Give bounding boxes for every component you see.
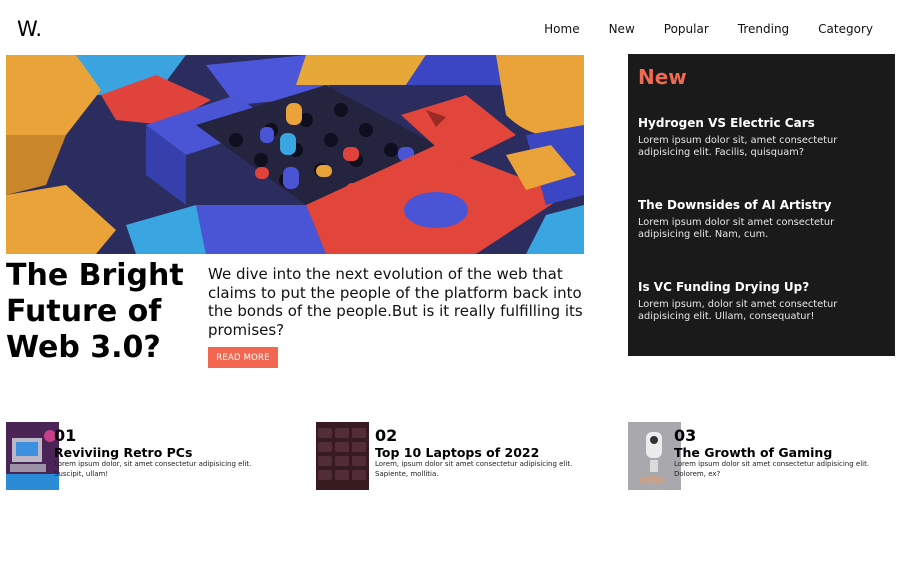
article-text: Lorem, ipsum dolor sit amet consectetur … [375, 460, 573, 478]
nav-home[interactable]: Home [544, 22, 579, 36]
article-number: 02 [375, 426, 398, 445]
article-card[interactable]: 03 The Growth of Gaming Lorem ipsum dolo… [628, 422, 888, 492]
new-item-title[interactable]: Hydrogen VS Electric Cars [638, 116, 888, 130]
hero-image [6, 55, 584, 254]
new-item[interactable]: Hydrogen VS Electric Cars Lorem ipsum do… [638, 116, 888, 159]
article-card[interactable]: 02 Top 10 Laptops of 2022 Lorem, ipsum d… [316, 422, 576, 492]
article-number: 01 [54, 426, 77, 445]
new-panel: New Hydrogen VS Electric Cars Lorem ipsu… [628, 54, 895, 356]
new-item-title[interactable]: The Downsides of AI Artistry [638, 198, 888, 212]
article-thumbnail-keyboard[interactable] [316, 422, 369, 490]
site-logo[interactable]: W. [17, 17, 42, 41]
read-more-button[interactable]: READ MORE [208, 347, 278, 368]
nav-category[interactable]: Category [818, 22, 873, 36]
new-item-title[interactable]: Is VC Funding Drying Up? [638, 280, 888, 294]
article-title[interactable]: The Growth of Gaming [674, 445, 832, 460]
nav-trending[interactable]: Trending [738, 22, 789, 36]
article-card[interactable]: 01 Reviviing Retro PCs Lorem ipsum dolor… [6, 422, 266, 492]
article-number: 03 [674, 426, 697, 445]
nav-new[interactable]: New [609, 22, 635, 36]
new-item-text: Lorem ipsum dolor sit amet consectetur a… [638, 217, 835, 240]
article-thumbnail-retro-pc[interactable] [6, 422, 59, 490]
article-text: Lorem ipsum dolor sit amet consectetur a… [674, 460, 870, 478]
new-item[interactable]: The Downsides of AI Artistry Lorem ipsum… [638, 198, 888, 241]
new-item-text: Lorem ipsum, dolor sit amet consectetur … [638, 299, 838, 322]
new-item[interactable]: Is VC Funding Drying Up? Lorem ipsum, do… [638, 280, 888, 323]
article-text: Lorem ipsum dolor, sit amet consectetur … [54, 460, 252, 478]
hero-description: We dive into the next evolution of the w… [208, 265, 583, 339]
new-panel-heading: New [638, 65, 687, 89]
hero-title: The Bright Future of Web 3.0? [6, 258, 184, 365]
new-item-text: Lorem ipsum dolor sit, amet consectetur … [638, 135, 838, 158]
article-title[interactable]: Reviviing Retro PCs [54, 445, 192, 460]
article-title[interactable]: Top 10 Laptops of 2022 [375, 445, 539, 460]
nav-popular[interactable]: Popular [664, 22, 709, 36]
main-nav: Home New Popular Trending Category [515, 22, 873, 36]
